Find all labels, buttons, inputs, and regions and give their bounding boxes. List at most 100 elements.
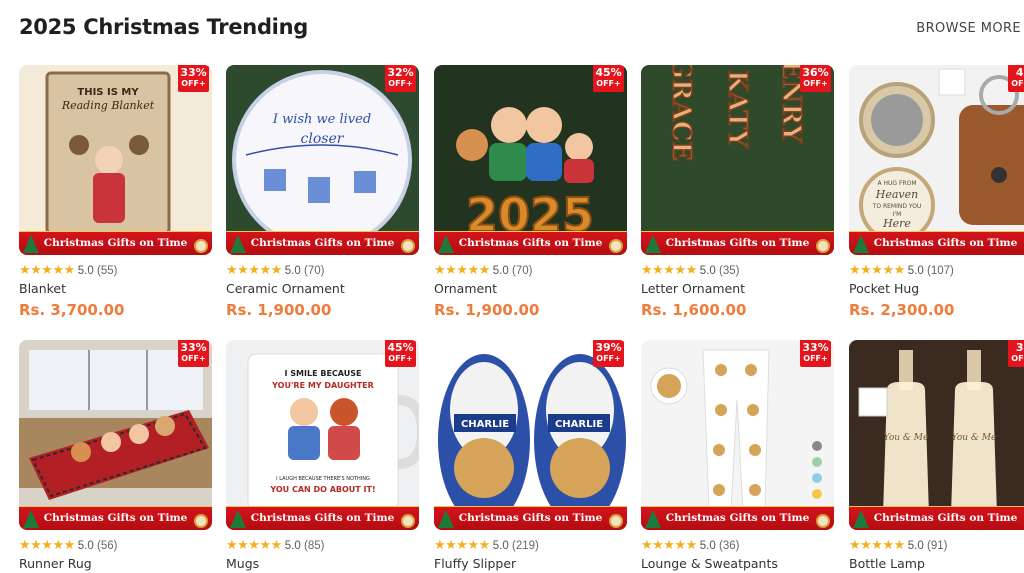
rating-score: 5.0 — [699, 540, 716, 552]
discount-badge: 45% OFF+ — [385, 340, 416, 367]
rating-row: ★★★★★ 5.0 (35) — [641, 262, 740, 277]
ornament-icon — [609, 239, 623, 253]
browse-more-link[interactable]: BROWSE MORE — [916, 21, 1021, 36]
rating-row: ★★★★★ 5.0 (55) — [19, 262, 118, 277]
product-image[interactable]: I wish we lived closer 32% OFF+ Christmas … — [226, 65, 419, 255]
ornament-icon — [401, 239, 415, 253]
discount-value: 33 — [1015, 341, 1024, 354]
section-header: 2025 Christmas Trending BROWSE MORE — [0, 0, 1024, 56]
image-text: You & Me — [884, 433, 929, 443]
discount-value: 33% — [802, 341, 829, 354]
review-count: (55) — [96, 265, 118, 277]
christmas-banner: Christmas Gifts on Time — [849, 506, 1024, 530]
product-name[interactable]: Bottle Lamp — [849, 556, 925, 571]
product-name[interactable]: Pocket Hug — [849, 281, 919, 296]
star-rating-icon: ★★★★★ — [641, 537, 697, 552]
image-text: YOU CAN DO ABOUT IT! — [269, 485, 375, 494]
product-name[interactable]: Letter Ornament — [641, 281, 745, 296]
review-count: (85) — [303, 540, 325, 552]
product-image[interactable]: CHARLIE CHARLIE 39% OFF+ Christmas Gifts o… — [434, 340, 627, 530]
image-text: KATY — [722, 70, 752, 149]
review-count: (107) — [926, 265, 954, 277]
discount-suffix: OFF+ — [1011, 354, 1024, 363]
image-text: You & Me — [952, 433, 997, 443]
product-image[interactable]: A HUG FROM Heaven TO REMIND YOU I'M Here… — [849, 65, 1024, 255]
product-image[interactable]: You & Me You & Me 33OFF+ Christmas Gifts … — [849, 340, 1024, 530]
image-text: I wish we lived — [272, 112, 371, 127]
product-name[interactable]: Runner Rug — [19, 556, 92, 571]
discount-value: 45% — [387, 341, 414, 354]
product-name[interactable]: Ceramic Ornament — [226, 281, 345, 296]
image-text: GRACE — [666, 65, 696, 161]
star-rating-icon: ★★★★★ — [226, 537, 282, 552]
discount-badge: 33OFF+ — [1008, 340, 1024, 367]
star-rating-icon: ★★★★★ — [19, 262, 75, 277]
review-count: (70) — [303, 265, 325, 277]
ornament-icon — [816, 239, 830, 253]
section-title: 2025 Christmas Trending — [19, 15, 308, 39]
rating-row: ★★★★★ 5.0 (56) — [19, 537, 118, 552]
image-text: Here — [882, 217, 911, 230]
discount-badge: 33% OFF+ — [178, 340, 209, 367]
product-price: Rs. 1,600.00 — [641, 301, 747, 319]
rating-score: 5.0 — [284, 265, 301, 277]
rating-score: 5.0 — [284, 540, 301, 552]
star-rating-icon: ★★★★★ — [434, 262, 490, 277]
image-text: Heaven — [875, 188, 918, 201]
discount-badge: 33% OFF+ — [800, 340, 831, 367]
product-image[interactable]: 33% OFF+ Christmas Gifts on Time — [19, 340, 212, 530]
product-image[interactable]: I SMILE BECAUSE YOU'RE MY DAUGHTER I LAU… — [226, 340, 419, 530]
christmas-banner: Christmas Gifts on Time — [641, 231, 834, 255]
banner-text: Christmas Gifts on Time — [873, 512, 1018, 524]
image-text: A HUG FROM — [878, 180, 917, 187]
product-name[interactable]: Mugs — [226, 556, 259, 571]
rating-row: ★★★★★ 5.0 (107) — [849, 262, 954, 277]
product-name[interactable]: Fluffy Slipper — [434, 556, 516, 571]
discount-badge: 36% OFF+ — [800, 65, 831, 92]
rating-score: 5.0 — [77, 540, 94, 552]
discount-value: 45% — [595, 66, 622, 79]
discount-value: 32% — [387, 66, 414, 79]
product-name[interactable]: Ornament — [434, 281, 497, 296]
banner-text: Christmas Gifts on Time — [458, 512, 603, 524]
christmas-banner: Christmas Gifts on Time — [226, 506, 419, 530]
product-image[interactable]: 33% OFF+ Christmas Gifts on Time — [641, 340, 834, 530]
christmas-banner: Christmas Gifts on Time — [434, 506, 627, 530]
review-count: (56) — [96, 540, 118, 552]
product-price: Rs. 2,300.00 — [849, 301, 955, 319]
review-count: (219) — [511, 540, 539, 552]
rating-score: 5.0 — [492, 265, 509, 277]
discount-value: 33% — [180, 341, 207, 354]
discount-value: 36% — [802, 66, 829, 79]
rating-row: ★★★★★ 5.0 (219) — [434, 537, 539, 552]
discount-suffix: OFF+ — [803, 354, 828, 363]
product-price: Rs. 1,900.00 — [434, 301, 540, 319]
banner-text: Christmas Gifts on Time — [250, 237, 395, 249]
banner-text: Christmas Gifts on Time — [43, 512, 188, 524]
product-price: Rs. 3,700.00 — [19, 301, 125, 319]
christmas-banner: Christmas Gifts on Time — [19, 231, 212, 255]
discount-badge: 39% OFF+ — [593, 340, 624, 367]
discount-suffix: OFF+ — [803, 79, 828, 88]
banner-text: Christmas Gifts on Time — [665, 237, 810, 249]
christmas-banner: Christmas Gifts on Time — [19, 506, 212, 530]
discount-suffix: OFF+ — [596, 354, 621, 363]
product-image[interactable]: 2025 45% OFF+ Christmas Gifts on Time — [434, 65, 627, 255]
product-image[interactable]: GRACE KATY HENRY 36% OFF+ Christmas Gifts o… — [641, 65, 834, 255]
product-image[interactable]: THIS IS MY Reading Blanket 33% OFF+ Christ… — [19, 65, 212, 255]
star-rating-icon: ★★★★★ — [849, 262, 905, 277]
image-text: I SMILE BECAUSE — [285, 369, 362, 378]
christmas-banner: Christmas Gifts on Time — [226, 231, 419, 255]
review-count: (35) — [718, 265, 740, 277]
banner-text: Christmas Gifts on Time — [43, 237, 188, 249]
product-name[interactable]: Lounge & Sweatpants — [641, 556, 778, 571]
rating-score: 5.0 — [699, 265, 716, 277]
star-rating-icon: ★★★★★ — [19, 537, 75, 552]
rating-row: ★★★★★ 5.0 (70) — [226, 262, 325, 277]
banner-text: Christmas Gifts on Time — [873, 237, 1018, 249]
ornament-icon — [194, 514, 208, 528]
discount-suffix: OFF+ — [596, 79, 621, 88]
product-name[interactable]: Blanket — [19, 281, 66, 296]
discount-value: 39% — [595, 341, 622, 354]
review-count: (36) — [718, 540, 740, 552]
